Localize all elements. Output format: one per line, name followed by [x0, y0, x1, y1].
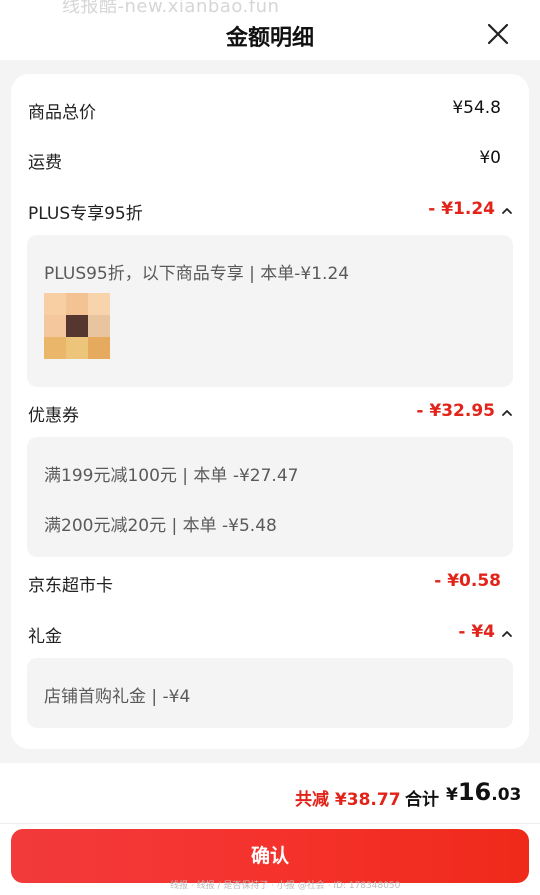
- amount-detail-sheet: 商品总价 ¥54.8 运费 ¥0 PLUS专享95折 - ¥1.24 PLUS9…: [0, 60, 540, 763]
- shipping-amount: ¥0: [479, 148, 501, 168]
- plus-discount-label: PLUS专享95折: [28, 204, 143, 224]
- jd-card-label: 京东超市卡: [28, 576, 113, 596]
- amount-detail-card: 商品总价 ¥54.8 运费 ¥0 PLUS专享95折 - ¥1.24 PLUS9…: [11, 74, 529, 749]
- jd-card-amount: - ¥0.58: [434, 571, 501, 591]
- bottom-watermark: 线报 · 线报 / 是否保持了 · 小报 @社会 · ID: 178348050: [170, 881, 401, 891]
- coupon-detail: 满199元减100元 | 本单 -¥27.47 满200元减20元 | 本单 -…: [27, 437, 513, 557]
- page-title: 金额明细: [225, 26, 314, 51]
- coupon-label: 优惠券: [28, 406, 79, 426]
- total-saved: 共减 ¥38.77: [295, 790, 401, 810]
- plus-discount-amount[interactable]: - ¥1.24: [428, 199, 495, 219]
- close-icon: [487, 23, 509, 45]
- total-currency: ¥: [446, 785, 458, 805]
- coupon-amount[interactable]: - ¥32.95: [416, 401, 495, 421]
- total-integer: 16: [457, 778, 492, 806]
- gift-detail-text: 店铺首购礼金 | -¥4: [44, 687, 191, 707]
- chevron-up-icon[interactable]: [501, 628, 513, 640]
- goods-total-amount: ¥54.8: [452, 98, 501, 118]
- gift-detail: 店铺首购礼金 | -¥4: [27, 658, 513, 728]
- goods-total-label: 商品总价: [28, 103, 96, 123]
- summary-bar: 共减 ¥38.77 合计 ¥16.03: [0, 763, 540, 823]
- gift-label: 礼金: [28, 627, 62, 647]
- product-thumbnail[interactable]: [44, 293, 110, 359]
- chevron-up-icon[interactable]: [501, 407, 513, 419]
- chevron-up-icon[interactable]: [501, 205, 513, 217]
- confirm-button[interactable]: 确认: [11, 829, 529, 883]
- plus-discount-detail: PLUS95折，以下商品专享 | 本单-¥1.24: [27, 235, 513, 387]
- coupon-detail-item: 满199元减100元 | 本单 -¥27.47: [44, 466, 299, 486]
- total-decimal: .03: [491, 785, 522, 805]
- divider: [0, 823, 540, 824]
- coupon-detail-item: 满200元减20元 | 本单 -¥5.48: [44, 516, 277, 536]
- plus-detail-text: PLUS95折，以下商品专享 | 本单-¥1.24: [44, 264, 350, 284]
- total-amount: ¥16.03: [446, 778, 521, 806]
- close-button[interactable]: [486, 22, 510, 46]
- gift-amount[interactable]: - ¥4: [458, 622, 495, 642]
- shipping-label: 运费: [28, 153, 62, 173]
- total-label: 合计: [405, 790, 439, 810]
